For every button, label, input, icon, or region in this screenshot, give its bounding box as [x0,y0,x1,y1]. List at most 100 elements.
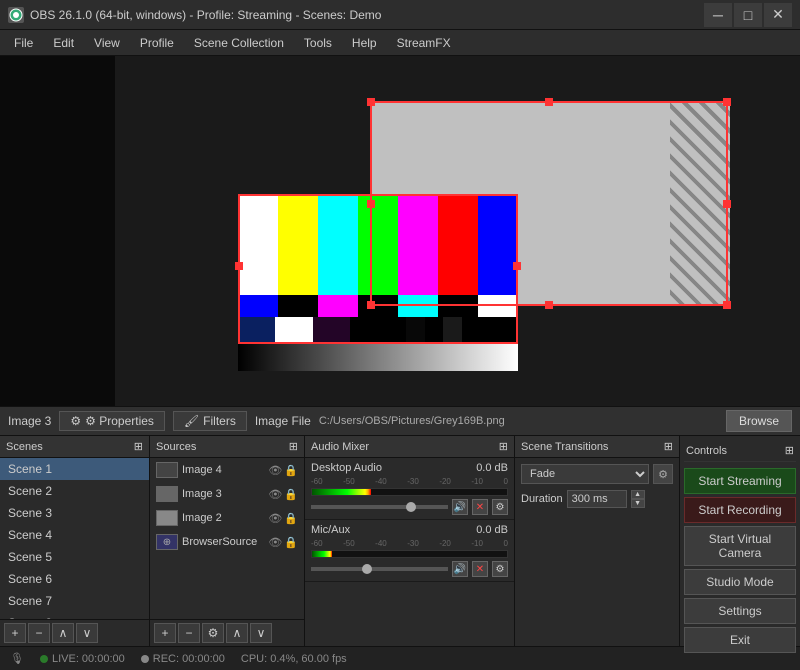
scene-item-4[interactable]: Scene 4 [0,524,149,546]
sources-up-button[interactable]: ∧ [226,623,248,643]
studio-mode-button[interactable]: Studio Mode [684,569,796,595]
exit-button[interactable]: Exit [684,627,796,653]
menubar: File Edit View Profile Scene Collection … [0,30,800,56]
source-item-image2[interactable]: Image 2 👁 🔒 [150,506,304,530]
duration-up-button[interactable]: ▲ [631,490,645,499]
audio-mixer-panel: Audio Mixer ⊞ Desktop Audio 0.0 dB -60-5… [305,436,515,646]
duration-input[interactable] [567,490,627,508]
maximize-button[interactable]: □ [734,3,762,27]
eye-icon-browser[interactable]: 👁 [268,536,282,549]
properties-button[interactable]: ⚙ ⚙ Properties [59,411,165,431]
audio-mixer-header: Audio Mixer ⊞ [305,436,514,458]
eye-icon-image3[interactable]: 👁 [268,488,282,501]
lock-icon-image3[interactable]: 🔒 [284,488,298,501]
mic-aux-volume-slider[interactable] [311,567,448,571]
mic-icon: 🎙 [10,652,24,665]
live-timer: LIVE: 00:00:00 [52,653,125,665]
sub-bar-black3 [438,295,478,318]
sources-title: Sources [156,441,196,453]
menu-profile[interactable]: Profile [130,34,184,52]
titlebar-left: OBS 26.1.0 (64-bit, windows) - Profile: … [8,7,381,23]
start-recording-button[interactable]: Start Recording [684,497,796,523]
scenes-remove-button[interactable]: − [28,623,50,643]
menu-help[interactable]: Help [342,34,387,52]
menu-edit[interactable]: Edit [43,34,84,52]
mic-aux-gear-button[interactable]: ⚙ [492,561,508,577]
scene-item-6[interactable]: Scene 6 [0,568,149,590]
mic-aux-config-button[interactable]: ✕ [472,561,488,577]
lock-icon-image2[interactable]: 🔒 [284,512,298,525]
minimize-button[interactable]: ─ [704,3,732,27]
source-name-image3: Image 3 [182,488,264,500]
source-item-image3[interactable]: Image 3 👁 🔒 [150,482,304,506]
sources-remove-button[interactable]: − [178,623,200,643]
scene-transitions-header: Scene Transitions ⊞ [515,436,679,458]
preview-dark-left [0,56,115,406]
scene-item-5[interactable]: Scene 5 [0,546,149,568]
close-button[interactable]: ✕ [764,3,792,27]
start-streaming-button[interactable]: Start Streaming [684,468,796,494]
bottom-panel: Scenes ⊞ Scene 1 Scene 2 Scene 3 Scene 4… [0,436,800,646]
duration-down-button[interactable]: ▼ [631,499,645,508]
mic-aux-name: Mic/Aux [311,524,350,536]
filter-icon: 🖌 [184,414,199,428]
sub-bar-cyan [398,295,438,318]
eye-icon-image2[interactable]: 👁 [268,512,282,525]
preview-inner [0,56,800,406]
rec-dot [141,655,149,663]
menu-view[interactable]: View [84,34,130,52]
desktop-audio-mute-button[interactable]: 🔊 [452,499,468,515]
mic-aux-mute-button[interactable]: 🔊 [452,561,468,577]
sub-bar-white [478,295,518,318]
settings-button[interactable]: Settings [684,598,796,624]
bar-yellow [278,194,318,295]
preview-hatch-pattern [670,101,730,306]
sources-settings-button[interactable]: ⚙ [202,623,224,643]
controls-icon: ⊞ [785,444,794,457]
sources-header: Sources ⊞ [150,436,304,458]
bar-magenta [398,194,438,295]
source-thumb-image3 [156,486,178,502]
scenes-panel: Scenes ⊞ Scene 1 Scene 2 Scene 3 Scene 4… [0,436,150,646]
scenes-header: Scenes ⊞ [0,436,149,458]
lock-icon-image4[interactable]: 🔒 [284,464,298,477]
scene-item-1[interactable]: Scene 1 [0,458,149,480]
sources-down-button[interactable]: ∨ [250,623,272,643]
scenes-add-button[interactable]: + [4,623,26,643]
gear-icon: ⚙ [70,414,81,428]
eye-icon-image4[interactable]: 👁 [268,464,282,477]
menu-scene-collection[interactable]: Scene Collection [184,34,294,52]
menu-streamfx[interactable]: StreamFX [387,34,461,52]
image-path: C:/Users/OBS/Pictures/Grey169B.png [319,415,718,427]
lock-icon-browser[interactable]: 🔒 [284,536,298,549]
menu-tools[interactable]: Tools [294,34,342,52]
scenes-up-button[interactable]: ∧ [52,623,74,643]
source-name-image4: Image 4 [182,464,264,476]
source-item-image4[interactable]: Image 4 👁 🔒 [150,458,304,482]
scenes-header-icon: ⊞ [134,440,143,453]
sources-add-button[interactable]: + [154,623,176,643]
scene-item-7[interactable]: Scene 7 [0,590,149,612]
scenes-footer: + − ∧ ∨ [0,619,149,646]
scene-item-2[interactable]: Scene 2 [0,480,149,502]
browse-button[interactable]: Browse [726,410,792,432]
desktop-audio-header: Desktop Audio 0.0 dB [311,462,508,474]
live-dot [40,655,48,663]
filters-button[interactable]: 🖌 Filters [173,411,247,431]
desktop-audio-config-button[interactable]: ✕ [472,499,488,515]
transition-select[interactable]: Fade Cut Swipe Slide Stinger [521,464,649,484]
source-item-browser[interactable]: ⊕ BrowserSource 👁 🔒 [150,530,304,554]
desktop-audio-gear-button[interactable]: ⚙ [492,499,508,515]
transition-gear-button[interactable]: ⚙ [653,464,673,484]
mic-aux-header: Mic/Aux 0.0 dB [311,524,508,536]
smpte-sub-bars [238,295,518,318]
menu-file[interactable]: File [4,34,43,52]
rec-timer: REC: 00:00:00 [153,653,225,665]
sub-bar-blue [238,295,278,318]
scene-item-3[interactable]: Scene 3 [0,502,149,524]
desktop-audio-volume-slider[interactable] [311,505,448,509]
controls-panel: Controls ⊞ Start Streaming Start Recordi… [680,436,800,646]
bot-bar-nearblack2 [443,317,462,344]
start-camera-button[interactable]: Start Virtual Camera [684,526,796,566]
scenes-down-button[interactable]: ∨ [76,623,98,643]
